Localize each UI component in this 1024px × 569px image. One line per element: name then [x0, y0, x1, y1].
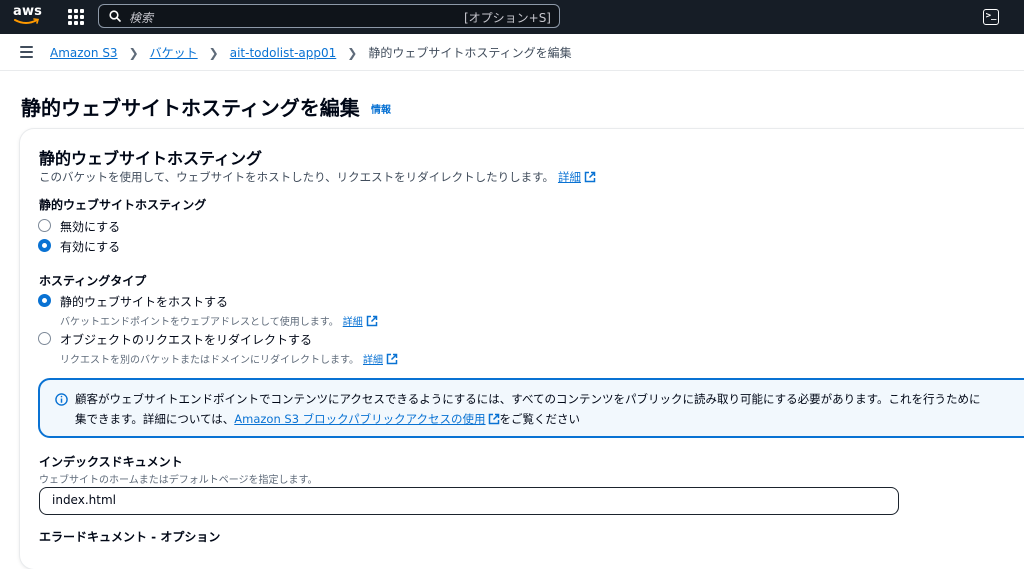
- chevron-right-icon: ❯: [208, 45, 219, 60]
- radio-redirect-requests-description: リクエストを別のバケットまたはドメインにリダイレクトします。 詳細: [60, 351, 398, 366]
- section-title: 静的ウェブサイトホスティング: [39, 149, 263, 168]
- radio-host-static-site-sub: バケットエンドポイントをウェブアドレスとして使用します。: [60, 317, 339, 328]
- hamburger-menu-icon[interactable]: [20, 46, 33, 61]
- radio-redirect-requests-label: オブジェクトのリクエストをリダイレクトする: [60, 333, 313, 347]
- external-link-icon[interactable]: [366, 315, 378, 327]
- index-document-label: インデックスドキュメント: [39, 455, 183, 469]
- breadcrumb-bucket-name[interactable]: ait-todolist-app01: [230, 46, 337, 60]
- radio-host-static-site-description: バケットエンドポイントをウェブアドレスとして使用します。 詳細: [60, 313, 378, 328]
- info-link[interactable]: 情報: [371, 101, 391, 116]
- page-title: 静的ウェブサイトホスティングを編集: [21, 96, 360, 120]
- alert-text-line1: 顧客がウェブサイトエンドポイントでコンテンツにアクセスできるようにするには、すべ…: [75, 392, 981, 406]
- radio-enable[interactable]: 有効にする: [38, 238, 120, 255]
- section-description-text: このバケットを使用して、ウェブサイトをホストしたり、リクエストをリダイレクトした…: [39, 170, 554, 184]
- hosting-type-label: ホスティングタイプ: [39, 274, 147, 288]
- search-shortcut: [オプション+S]: [463, 11, 551, 25]
- aws-logo[interactable]: aws: [13, 4, 43, 30]
- radio-disable[interactable]: 無効にする: [38, 218, 120, 235]
- public-access-info-alert: 顧客がウェブサイトエンドポイントでコンテンツにアクセスできるようにするには、すべ…: [38, 378, 1024, 438]
- services-menu-icon[interactable]: [68, 9, 84, 25]
- search-icon: [109, 10, 121, 22]
- alert-line2-prefix: 集できます。詳細については、: [75, 412, 235, 426]
- alert-line2-suffix: をご覧ください: [499, 412, 581, 426]
- info-icon: [55, 393, 68, 406]
- redirect-detail-link[interactable]: 詳細: [363, 351, 383, 366]
- radio-redirect-requests-sub: リクエストを別のバケットまたはドメインにリダイレクトします。: [60, 355, 359, 366]
- block-public-access-link[interactable]: Amazon S3 ブロックパブリックアクセスの使用: [234, 411, 485, 427]
- cloudshell-icon[interactable]: >_: [983, 9, 999, 25]
- aws-logo-text: aws: [13, 4, 43, 19]
- search-placeholder: 検索: [129, 11, 154, 25]
- external-link-icon[interactable]: [584, 171, 596, 183]
- chevron-right-icon: ❯: [347, 45, 358, 60]
- top-navigation: aws 検索 [オプション+S] >_: [0, 0, 1024, 34]
- breadcrumb-buckets[interactable]: バケット: [150, 44, 198, 61]
- radio-disable-label: 無効にする: [60, 220, 121, 234]
- error-document-label: エラードキュメント - オプション: [39, 530, 221, 544]
- external-link-icon[interactable]: [488, 413, 500, 425]
- radio-host-static-site-control[interactable]: [38, 294, 51, 307]
- search-input[interactable]: 検索 [オプション+S]: [98, 4, 560, 28]
- radio-enable-label: 有効にする: [60, 240, 121, 254]
- radio-disable-control[interactable]: [38, 219, 51, 232]
- chevron-right-icon: ❯: [128, 45, 139, 60]
- index-document-hint: ウェブサイトのホームまたはデフォルトページを指定します。: [39, 475, 318, 486]
- section-description: このバケットを使用して、ウェブサイトをホストしたり、リクエストをリダイレクトした…: [39, 169, 596, 185]
- breadcrumb-amazon-s3[interactable]: Amazon S3: [50, 46, 118, 60]
- external-link-icon[interactable]: [386, 353, 398, 365]
- alert-text-line2: 集できます。詳細については、 Amazon S3 ブロックパブリックアクセスの使…: [75, 411, 580, 427]
- radio-host-static-site[interactable]: 静的ウェブサイトをホストする バケットエンドポイントをウェブアドレスとして使用し…: [38, 293, 378, 328]
- breadcrumb-bar: Amazon S3 ❯ バケット ❯ ait-todolist-app01 ❯ …: [0, 34, 1024, 71]
- breadcrumb: Amazon S3 ❯ バケット ❯ ait-todolist-app01 ❯ …: [50, 44, 572, 61]
- radio-redirect-requests[interactable]: オブジェクトのリクエストをリダイレクトする リクエストを別のバケットまたはドメイ…: [38, 331, 398, 366]
- breadcrumb-current: 静的ウェブサイトホスティングを編集: [368, 46, 572, 60]
- radio-redirect-requests-control[interactable]: [38, 332, 51, 345]
- host-static-detail-link[interactable]: 詳細: [343, 313, 363, 328]
- section-detail-link[interactable]: 詳細: [558, 169, 581, 185]
- index-document-input[interactable]: index.html: [39, 487, 899, 515]
- aws-smile-icon: [14, 18, 40, 24]
- hosting-label: 静的ウェブサイトホスティング: [39, 198, 207, 212]
- radio-host-static-site-label: 静的ウェブサイトをホストする: [60, 295, 229, 309]
- radio-enable-control[interactable]: [38, 239, 51, 252]
